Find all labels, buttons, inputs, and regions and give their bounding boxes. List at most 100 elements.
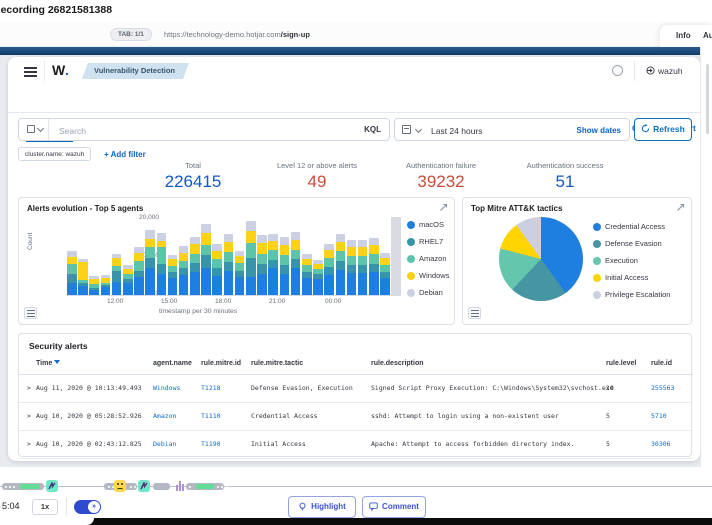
expand-row-icon[interactable]: > (27, 384, 31, 392)
legend-item[interactable]: Execution (593, 256, 691, 265)
bar[interactable] (89, 276, 99, 295)
legend-item[interactable]: Initial Access (593, 273, 691, 282)
date-range-value[interactable]: Last 24 hours (431, 126, 483, 136)
highlight-button[interactable]: Highlight (288, 496, 356, 518)
bar[interactable] (101, 275, 111, 295)
stat-value[interactable]: 39232 (376, 172, 506, 192)
bar[interactable] (123, 265, 133, 295)
legend-item[interactable]: Windows (407, 271, 455, 280)
bar[interactable] (235, 251, 245, 295)
bar[interactable] (268, 234, 278, 295)
column-header[interactable]: rule.mitre.id (201, 360, 241, 367)
table-row[interactable]: >Aug 10, 2020 @ 02:43:12.825DebianT1190I… (19, 431, 693, 459)
legend-item[interactable]: RHEL7 (407, 237, 455, 246)
bar[interactable] (324, 244, 334, 295)
user-menu[interactable]: wazuh (646, 66, 683, 76)
search-input[interactable]: Search (59, 126, 86, 136)
column-header[interactable]: agent.name (153, 360, 192, 367)
comment-button[interactable]: Comment (362, 496, 426, 518)
legend-item[interactable]: Debian (407, 288, 455, 297)
refresh-button[interactable]: Refresh (634, 118, 692, 141)
column-header[interactable]: rule.description (371, 360, 424, 367)
scroll-event-icon[interactable] (174, 480, 186, 492)
bar[interactable] (212, 244, 222, 295)
date-picker[interactable]: Last 24 hours Show dates (394, 118, 630, 141)
timeline-highlight-segment[interactable] (196, 484, 214, 489)
bar[interactable] (145, 229, 155, 295)
bar[interactable] (201, 224, 211, 295)
bar[interactable] (380, 253, 390, 296)
bar[interactable] (369, 238, 379, 295)
tab-auto[interactable]: Au (703, 31, 712, 40)
skip-inactivity-toggle[interactable]: » (74, 500, 101, 514)
uturn-event-icon[interactable] (138, 480, 150, 492)
search-bar[interactable]: Search KQL (18, 118, 390, 141)
bar[interactable] (257, 235, 267, 295)
table-cell[interactable]: T1190 (201, 440, 221, 448)
rage-click-icon[interactable] (114, 480, 126, 492)
table-row[interactable]: >Aug 11, 2020 @ 10:13:49.493WindowsT1218… (19, 375, 693, 403)
legend-item[interactable]: macOS (407, 220, 455, 229)
bar[interactable] (134, 247, 144, 295)
bar[interactable] (78, 259, 88, 295)
table-cell[interactable]: 255563 (651, 384, 674, 392)
stat-value[interactable]: 49 (252, 172, 382, 192)
add-filter-link[interactable]: + Add filter (104, 150, 146, 159)
table-cell[interactable]: T1110 (201, 412, 221, 420)
bar[interactable] (168, 255, 178, 295)
table-cell[interactable]: Debian (153, 440, 176, 448)
bar[interactable] (291, 232, 301, 295)
column-header[interactable]: rule.mitre.tactic (251, 360, 303, 367)
timeline-highlight-segment[interactable] (20, 484, 40, 489)
bar[interactable] (358, 240, 368, 295)
bar[interactable] (302, 254, 312, 295)
column-header[interactable]: rule.level (606, 360, 636, 367)
column-header[interactable]: Time (36, 360, 60, 367)
bar[interactable] (190, 237, 200, 295)
legend-item[interactable]: Credential Access (593, 222, 691, 231)
bar[interactable] (157, 233, 167, 295)
expand-row-icon[interactable]: > (27, 412, 31, 420)
health-status-icon[interactable] (612, 65, 623, 76)
expand-icon[interactable] (439, 203, 448, 212)
legend-toggle-icon[interactable] (24, 307, 37, 319)
legend-toggle-icon[interactable] (468, 307, 481, 319)
playback-speed-button[interactable]: 1x (32, 499, 58, 515)
stat-value[interactable]: 226415 (128, 172, 258, 192)
scrollbar[interactable] (706, 64, 709, 134)
legend-item[interactable]: Amazon (407, 254, 455, 263)
filter-pill[interactable]: cluster.name: wazuh (18, 147, 91, 161)
table-cell[interactable]: 5710 (651, 412, 667, 420)
table-cell[interactable]: Windows (153, 384, 180, 392)
bar[interactable] (67, 251, 77, 295)
timeline-activity-segment[interactable] (153, 483, 170, 490)
calendar-icon[interactable] (402, 125, 411, 134)
bar[interactable] (347, 240, 357, 295)
uturn-event-icon[interactable] (46, 480, 58, 492)
saved-query-icon[interactable] (19, 119, 49, 140)
bar[interactable] (224, 234, 234, 295)
table-cell[interactable]: 30306 (651, 440, 671, 448)
pie-chart[interactable] (499, 217, 583, 301)
bar[interactable] (280, 237, 290, 295)
bar[interactable] (246, 221, 256, 295)
kql-toggle[interactable]: KQL (364, 125, 381, 134)
expand-icon[interactable] (676, 203, 685, 212)
partial-bucket-bar[interactable] (391, 217, 401, 295)
expand-row-icon[interactable]: > (27, 440, 31, 448)
tab-info[interactable]: Info (676, 31, 691, 40)
menu-icon[interactable] (24, 67, 37, 77)
show-dates-link[interactable]: Show dates (577, 126, 621, 135)
bar[interactable] (179, 246, 189, 295)
bar[interactable] (336, 234, 346, 295)
bar[interactable] (112, 254, 122, 295)
wazuh-logo[interactable]: W. (52, 62, 69, 78)
bar[interactable] (313, 260, 323, 295)
legend-item[interactable]: Privilege Escalation (593, 290, 691, 299)
column-header[interactable]: rule.id (651, 360, 672, 367)
stat-value[interactable]: 51 (500, 172, 630, 192)
table-row[interactable]: >Aug 10, 2020 @ 05:28:52.926AmazonT1110C… (19, 403, 693, 431)
legend-item[interactable]: Defense Evasion (593, 239, 691, 248)
table-cell[interactable]: T1218 (201, 384, 221, 392)
table-cell[interactable]: Amazon (153, 412, 176, 420)
